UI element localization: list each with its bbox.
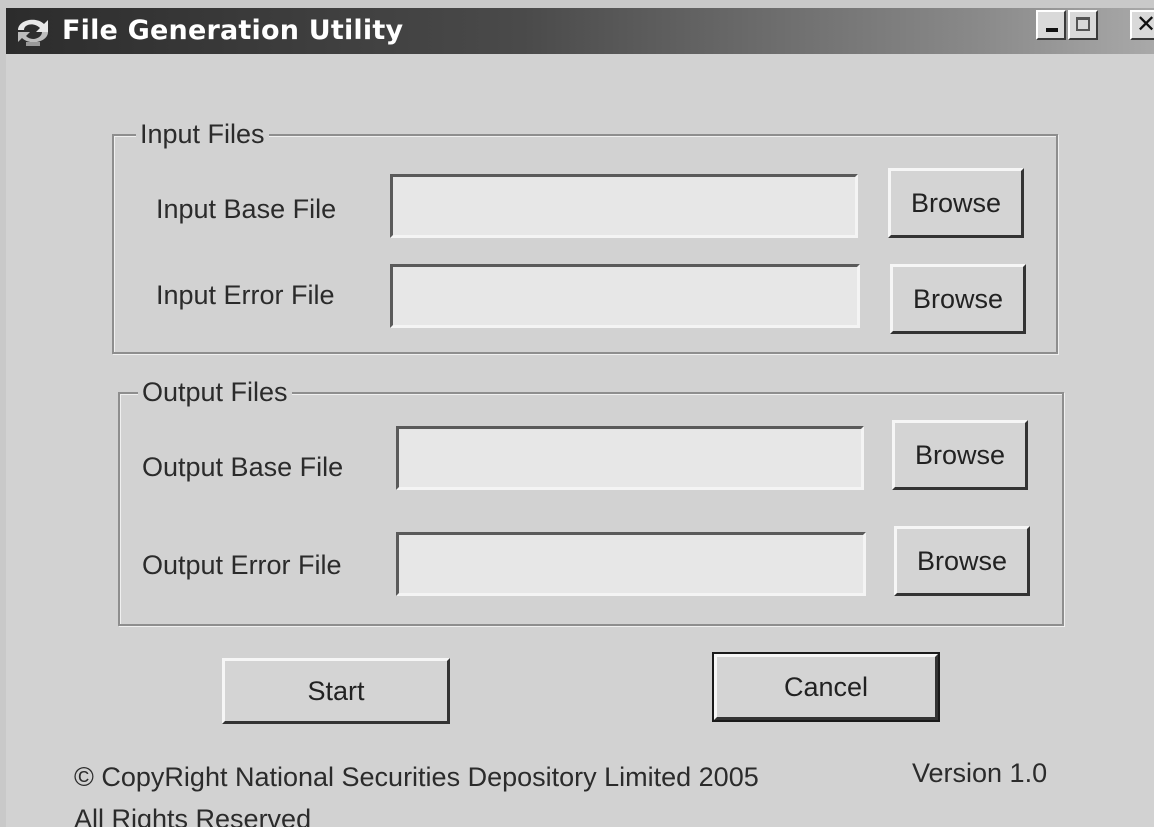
output-error-browse-button[interactable]: Browse (894, 526, 1030, 596)
input-error-file-label: Input Error File (156, 280, 335, 310)
output-error-file-field[interactable] (396, 532, 866, 596)
input-error-file-field[interactable] (390, 264, 860, 328)
output-base-browse-button[interactable]: Browse (892, 420, 1028, 490)
cancel-button[interactable]: Cancel (712, 652, 940, 722)
input-base-browse-button[interactable]: Browse (888, 168, 1024, 238)
input-base-file-label: Input Base File (156, 194, 337, 224)
start-button[interactable]: Start (222, 658, 450, 724)
title-bar[interactable]: File Generation Utility ✕ (6, 8, 1154, 54)
input-error-browse-button[interactable]: Browse (890, 264, 1026, 334)
minimize-icon (1046, 28, 1058, 32)
maximize-button[interactable] (1068, 10, 1098, 40)
rights-text: All Rights Reserved (74, 804, 312, 827)
output-error-file-label: Output Error File (142, 550, 342, 580)
minimize-button[interactable] (1036, 10, 1066, 40)
version-text: Version 1.0 (912, 758, 1048, 788)
output-files-legend: Output Files (138, 377, 292, 408)
close-button[interactable]: ✕ (1130, 10, 1154, 40)
app-window: File Generation Utility ✕ Input Files In… (6, 8, 1154, 827)
output-base-file-field[interactable] (396, 426, 864, 490)
close-icon: ✕ (1136, 10, 1154, 38)
input-files-legend: Input Files (136, 119, 269, 150)
output-base-file-label: Output Base File (142, 452, 344, 482)
window-title: File Generation Utility (62, 15, 404, 46)
maximize-icon (1076, 17, 1090, 31)
copyright-text: © CopyRight National Securities Deposito… (74, 762, 759, 792)
app-icon (18, 19, 48, 46)
input-base-file-field[interactable] (390, 174, 858, 238)
